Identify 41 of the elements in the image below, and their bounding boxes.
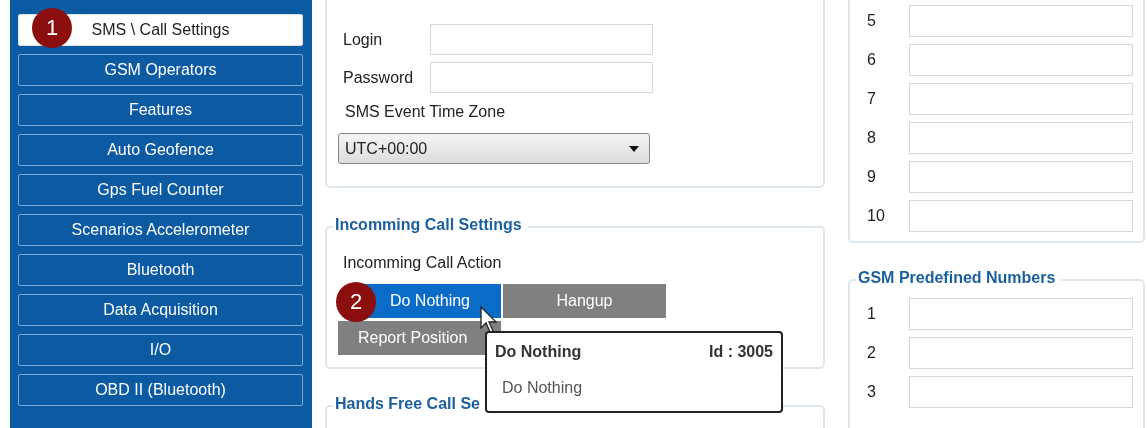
input-field[interactable]	[430, 62, 653, 93]
option-button[interactable]: Hangup	[503, 284, 666, 318]
input-field[interactable]	[430, 24, 653, 55]
group-title: Incomming Call Settings	[333, 216, 528, 234]
sidebar-item[interactable]: Data Acquisition	[18, 294, 303, 326]
input-field[interactable]	[909, 298, 1133, 330]
sidebar-item[interactable]: Bluetooth	[18, 254, 303, 286]
sidebar-item[interactable]: OBD II (Bluetooth)	[18, 374, 303, 406]
step-badge: 2	[336, 282, 376, 322]
step-badge: 1	[32, 8, 72, 48]
field-label: Password	[343, 68, 415, 87]
row-number: 10	[867, 207, 886, 225]
input-field[interactable]	[909, 161, 1133, 193]
input-field[interactable]	[909, 122, 1133, 154]
row-number: 1	[867, 305, 877, 323]
row-number: 8	[867, 129, 877, 147]
input-field[interactable]	[909, 5, 1133, 37]
row-number: 3	[867, 383, 877, 401]
input-field[interactable]	[909, 337, 1133, 369]
field-label: Incomming Call Action	[343, 254, 503, 272]
sidebar-item[interactable]: Features	[18, 94, 303, 126]
time-zone-dropdown[interactable]: UTC+00:00	[338, 133, 650, 164]
tooltip-id: Id : 3005	[708, 343, 773, 361]
field-label: SMS Event Time Zone	[345, 103, 507, 121]
caret-icon	[629, 145, 639, 152]
tooltip-text: Do Nothing	[502, 379, 584, 397]
sidebar-item[interactable]: Auto Geofence	[18, 134, 303, 166]
input-field[interactable]	[909, 200, 1133, 232]
sidebar-item[interactable]: Scenarios Accelerometer	[18, 214, 303, 246]
input-field[interactable]	[909, 376, 1133, 408]
row-number: 9	[867, 168, 877, 186]
input-field[interactable]	[909, 83, 1133, 115]
input-field[interactable]	[909, 44, 1133, 76]
row-number: 5	[867, 12, 877, 30]
sidebar-item[interactable]: Gps Fuel Counter	[18, 174, 303, 206]
row-number: 6	[867, 51, 877, 69]
sidebar-item[interactable]: I/O	[18, 334, 303, 366]
field-label: Login	[343, 30, 384, 49]
row-number: 2	[867, 344, 877, 362]
sidebar-item[interactable]: GSM Operators	[18, 54, 303, 86]
row-number: 7	[867, 90, 877, 108]
